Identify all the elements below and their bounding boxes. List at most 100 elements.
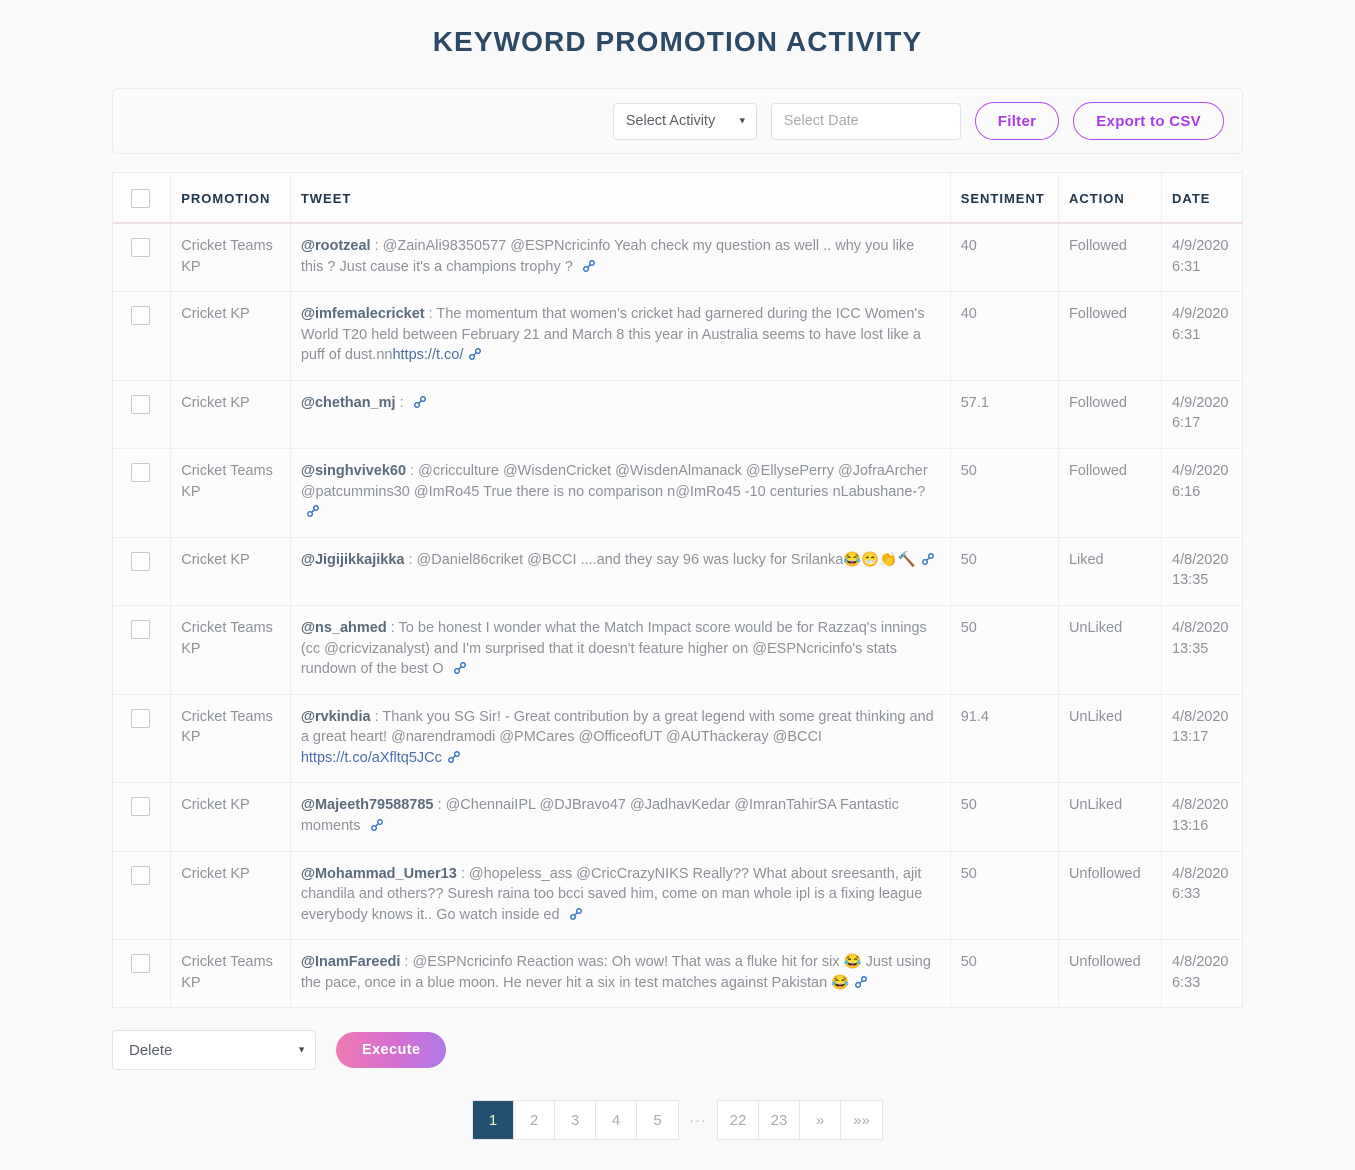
cell-promotion: Cricket Teams KP	[171, 605, 291, 694]
cell-date: 4/8/2020 13:16	[1162, 783, 1242, 851]
tweet-handle[interactable]: @Majeeth79588785	[301, 797, 434, 813]
tweet-handle[interactable]: @imfemalecricket	[301, 306, 425, 322]
tweet-link-icon[interactable]	[854, 975, 868, 989]
tweet-handle[interactable]: @rootzeal	[301, 238, 371, 254]
cell-action: Followed	[1058, 292, 1161, 381]
row-select-checkbox[interactable]	[131, 954, 150, 973]
export-csv-button[interactable]: Export to CSV	[1073, 102, 1224, 140]
tweet-link-icon[interactable]	[453, 661, 467, 675]
cell-sentiment: 40	[950, 292, 1058, 381]
pagination-item[interactable]: 22	[718, 1101, 759, 1139]
table-row: Cricket Teams KP@InamFareedi : @ESPNcric…	[113, 940, 1242, 1008]
table-header-row: PROMOTION TWEET SENTIMENT ACTION DATE	[113, 173, 1242, 223]
cell-tweet: @rvkindia : Thank you SG Sir! - Great co…	[290, 694, 950, 783]
row-select-checkbox[interactable]	[131, 238, 150, 257]
tweet-handle[interactable]: @Jigijikkajikka	[301, 552, 405, 568]
select-all-checkbox[interactable]	[131, 189, 150, 208]
row-select-cell	[113, 292, 171, 381]
tweet-link-icon[interactable]	[582, 259, 596, 273]
page-title: KEYWORD PROMOTION ACTIVITY	[0, 26, 1355, 58]
tweet-handle[interactable]: @InamFareedi	[301, 954, 401, 970]
cell-tweet: @chethan_mj :	[290, 380, 950, 448]
filter-toolbar: Select Activity ▼ Filter Export to CSV	[112, 88, 1243, 154]
table-row: Cricket KP@Mohammad_Umer13 : @hopeless_a…	[113, 851, 1242, 940]
column-header-action: ACTION	[1058, 173, 1161, 223]
cell-date: 4/9/2020 6:16	[1162, 449, 1242, 538]
pagination-group-secondary: 2223»»»	[717, 1100, 883, 1140]
tweet-url[interactable]: https://t.co/aXfltq5JCc	[301, 750, 442, 766]
tweet-link-icon[interactable]	[370, 818, 384, 832]
cell-sentiment: 40	[950, 223, 1058, 292]
cell-tweet: @Majeeth79588785 : @ChennaiIPL @DJBravo4…	[290, 783, 950, 851]
bulk-action-select[interactable]: Delete	[112, 1030, 316, 1070]
cell-tweet: @InamFareedi : @ESPNcricinfo Reaction wa…	[290, 940, 950, 1008]
tweet-link-icon[interactable]	[306, 504, 320, 518]
page-root: KEYWORD PROMOTION ACTIVITY Select Activi…	[0, 26, 1355, 1140]
date-input[interactable]	[771, 103, 961, 140]
cell-tweet: @ns_ahmed : To be honest I wonder what t…	[290, 605, 950, 694]
table-row: Cricket KP@chethan_mj : 57.1Followed4/9/…	[113, 380, 1242, 448]
pagination-item[interactable]: 3	[555, 1101, 596, 1139]
tweet-link-icon[interactable]	[447, 750, 461, 764]
cell-tweet: @Mohammad_Umer13 : @hopeless_ass @CricCr…	[290, 851, 950, 940]
row-select-checkbox[interactable]	[131, 866, 150, 885]
activity-select[interactable]: Select Activity	[613, 103, 757, 140]
tweet-link-icon[interactable]	[921, 552, 935, 566]
row-select-cell	[113, 605, 171, 694]
cell-date: 4/9/2020 6:17	[1162, 380, 1242, 448]
tweet-link-icon[interactable]	[569, 907, 583, 921]
tweet-url[interactable]: https://t.co/	[392, 347, 463, 363]
cell-promotion: Cricket Teams KP	[171, 449, 291, 538]
table-row: Cricket Teams KP@rootzeal : @ZainAli9835…	[113, 223, 1242, 292]
pagination-item[interactable]: »	[800, 1101, 841, 1139]
activity-table: PROMOTION TWEET SENTIMENT ACTION DATE Cr…	[113, 173, 1242, 1007]
table-head: PROMOTION TWEET SENTIMENT ACTION DATE	[113, 173, 1242, 223]
execute-button[interactable]: Execute	[336, 1032, 446, 1068]
tweet-handle[interactable]: @singhvivek60	[301, 463, 406, 479]
row-select-cell	[113, 851, 171, 940]
cell-sentiment: 50	[950, 851, 1058, 940]
table-body: Cricket Teams KP @rootzeal : @ZainAli9835…	[113, 223, 1242, 1007]
tweet-handle[interactable]: @ns_ahmed	[301, 620, 387, 636]
filter-button[interactable]: Filter	[975, 102, 1059, 140]
tweet-link-icon[interactable]	[413, 395, 427, 409]
tweet-separator: :	[425, 306, 437, 322]
row-select-cell	[113, 537, 171, 605]
column-header-promotion: PROMOTION	[171, 173, 291, 223]
row-select-checkbox[interactable]	[131, 552, 150, 571]
pagination-item[interactable]: 2	[514, 1101, 555, 1139]
column-header-date: DATE	[1162, 173, 1242, 223]
cell-date: 4/9/2020 6:31	[1162, 223, 1242, 292]
row-select-checkbox[interactable]	[131, 395, 150, 414]
cell-action: Followed	[1058, 223, 1161, 292]
tweet-handle[interactable]: @rvkindia	[301, 709, 371, 725]
tweet-handle[interactable]: @chethan_mj	[301, 395, 396, 411]
cell-sentiment: 57.1	[950, 380, 1058, 448]
pagination-item[interactable]: 4	[596, 1101, 637, 1139]
row-select-checkbox[interactable]	[131, 709, 150, 728]
cell-action: Liked	[1058, 537, 1161, 605]
tweet-link-icon[interactable]	[468, 347, 482, 361]
bulk-action-bar: Delete ▼ Execute	[112, 1030, 1243, 1070]
tweet-text: Thank you SG Sir! - Great contribution b…	[301, 709, 934, 746]
cell-tweet: @imfemalecricket : The momentum that wom…	[290, 292, 950, 381]
row-select-checkbox[interactable]	[131, 306, 150, 325]
pagination-item[interactable]: 23	[759, 1101, 800, 1139]
tweet-separator: :	[400, 954, 412, 970]
row-select-checkbox[interactable]	[131, 797, 150, 816]
tweet-handle[interactable]: @Mohammad_Umer13	[301, 866, 457, 882]
row-select-checkbox[interactable]	[131, 620, 150, 639]
cell-tweet: @rootzeal : @ZainAli98350577 @ESPNcricin…	[290, 223, 950, 292]
pagination-item[interactable]: 1	[473, 1101, 514, 1139]
cell-date: 4/8/2020 6:33	[1162, 940, 1242, 1008]
pagination-item[interactable]: 5	[637, 1101, 678, 1139]
pagination-item[interactable]: »»	[841, 1101, 882, 1139]
pagination-group-primary: 12345	[472, 1100, 679, 1140]
tweet-text: @Daniel86criket @BCCI ....and they say 9…	[417, 552, 916, 568]
table-row: Cricket KP@imfemalecricket : The momentu…	[113, 292, 1242, 381]
activity-select-wrap: Select Activity ▼	[613, 103, 757, 140]
row-select-cell	[113, 449, 171, 538]
row-select-checkbox[interactable]	[131, 463, 150, 482]
pagination: 12345 ··· 2223»»»	[0, 1100, 1355, 1140]
cell-action: UnLiked	[1058, 605, 1161, 694]
